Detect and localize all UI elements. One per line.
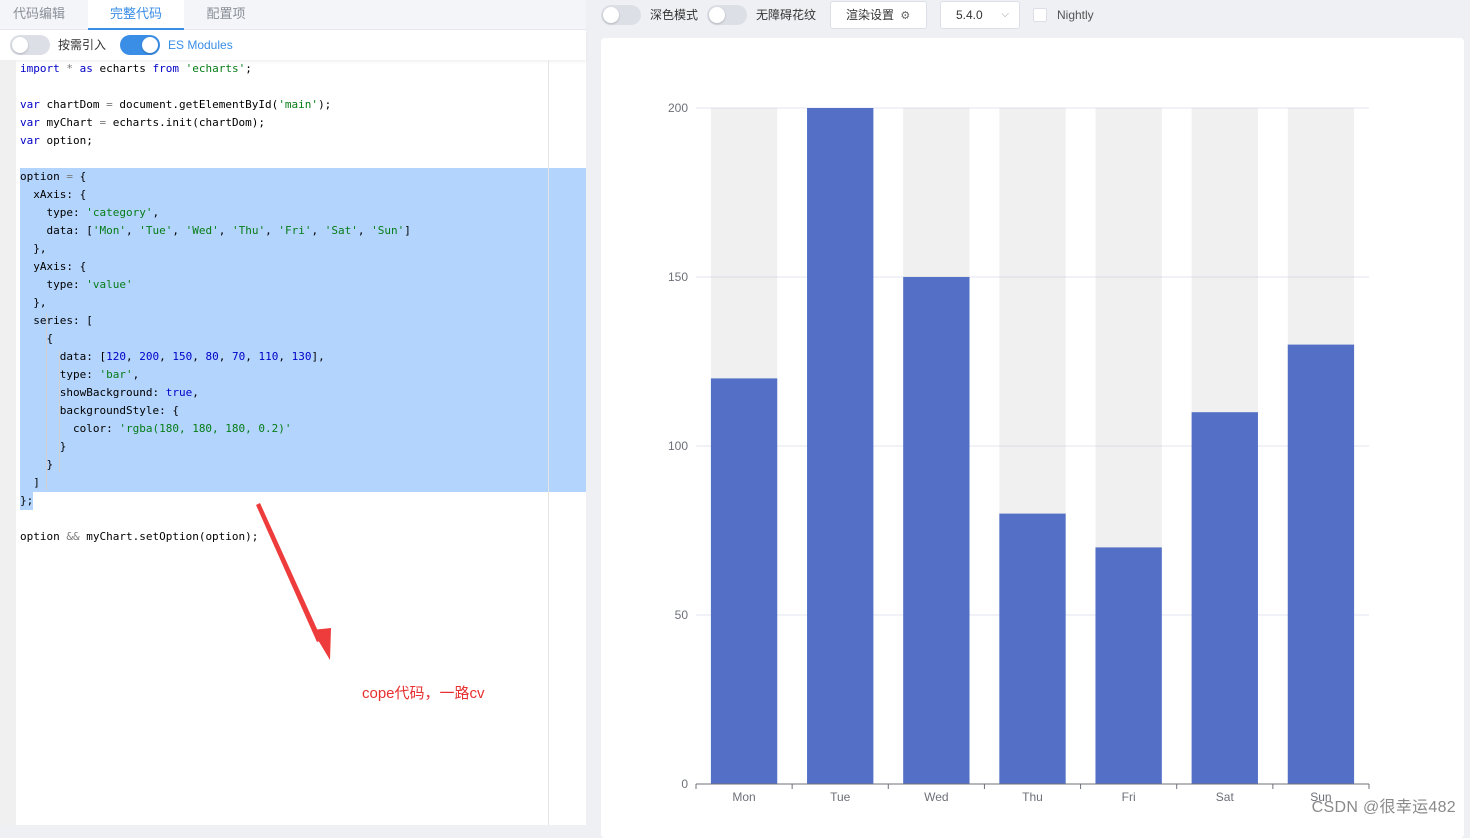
editor-toolbar: 按需引入 ES Modules	[0, 30, 586, 60]
code-line: option = {	[20, 170, 87, 183]
indent-guide	[46, 314, 47, 490]
code-line: yAxis: {	[20, 260, 87, 273]
editor-tabs: 代码编辑 完整代码 配置项	[0, 0, 586, 30]
code-line: type: 'value'	[20, 278, 133, 291]
code-line: },	[20, 242, 47, 255]
code-line: xAxis: {	[20, 188, 87, 201]
toggle-knob	[709, 7, 725, 23]
code-line: },	[20, 296, 47, 309]
x-tick-label: Sat	[1216, 790, 1235, 804]
code-line: data: ['Mon', 'Tue', 'Wed', 'Thu', 'Fri'…	[20, 224, 411, 237]
version-select[interactable]: 5.4.0 ⌵	[940, 1, 1020, 29]
on-demand-label: 按需引入	[58, 38, 107, 52]
code-line: var chartDom = document.getElementById('…	[20, 98, 332, 111]
bar[interactable]	[807, 108, 874, 784]
y-tick-label: 100	[668, 439, 688, 453]
bar[interactable]	[1095, 547, 1162, 784]
tab-full-code[interactable]: 完整代码	[88, 0, 184, 30]
gear-icon: ⚙	[900, 10, 911, 22]
x-tick-label: Thu	[1022, 790, 1043, 804]
code-line: ]	[20, 476, 40, 489]
code-line: };	[20, 494, 34, 507]
accessibility-label: 无障碍花纹	[756, 8, 817, 22]
editor-panel: 代码编辑 完整代码 配置项 按需引入 ES Modules import * a…	[0, 0, 586, 825]
tab-options[interactable]: 配置项	[186, 0, 266, 30]
bar[interactable]	[903, 277, 970, 784]
x-tick-label: Mon	[732, 790, 755, 804]
toggle-knob	[12, 37, 28, 53]
toggle-knob	[603, 7, 619, 23]
code-editor[interactable]: import * as echarts from 'echarts'; var c…	[16, 60, 586, 825]
es-modules-label: ES Modules	[168, 38, 233, 52]
code-line: var myChart = echarts.init(chartDom);	[20, 116, 266, 129]
code-line: }	[20, 458, 54, 471]
editor-gutter	[0, 60, 16, 825]
y-tick-label: 0	[681, 777, 688, 791]
dark-mode-toggle[interactable]	[601, 5, 641, 25]
chevron-down-icon: ⌵	[1001, 9, 1009, 20]
code-line: type: 'category',	[20, 206, 160, 219]
code-line: import * as echarts from 'echarts';	[20, 62, 252, 75]
x-tick-label: Wed	[924, 790, 948, 804]
y-tick-label: 200	[668, 101, 688, 115]
bar[interactable]	[1287, 344, 1355, 784]
x-tick-label: Fri	[1122, 790, 1136, 804]
code-line: var option;	[20, 134, 93, 147]
code-line: backgroundStyle: {	[20, 404, 179, 417]
chart-preview: 0 50 100 150 200 Mon Tue Wed Thu Fri Sat Sun	[601, 38, 1464, 838]
accessibility-toggle[interactable]	[707, 5, 747, 25]
es-modules-toggle[interactable]	[120, 35, 160, 55]
bar[interactable]	[1191, 412, 1258, 784]
indent-guide	[59, 350, 60, 472]
toggle-knob	[142, 37, 158, 53]
render-settings-button[interactable]: 渲染设置 ⚙	[830, 1, 927, 29]
code-line: type: 'bar',	[59, 368, 140, 381]
watermark: CSDN @很幸运482	[1311, 799, 1456, 816]
code-line: series: [	[20, 314, 93, 327]
bar[interactable]	[710, 378, 778, 784]
preview-toolbar: 深色模式 无障碍花纹 渲染设置 ⚙ 5.4.0 ⌵ Nightly	[586, 0, 1470, 30]
bar[interactable]	[999, 513, 1066, 784]
version-value: 5.4.0	[956, 8, 983, 22]
on-demand-toggle[interactable]	[10, 35, 50, 55]
code-line: {	[20, 332, 54, 345]
render-settings-label: 渲染设置	[846, 8, 895, 22]
x-tick-label: Tue	[830, 790, 851, 804]
bar-chart[interactable]: 050100150200Mon Tue Wed Thu Fri Sat Sun	[601, 38, 1464, 825]
y-tick-label: 50	[675, 608, 689, 622]
y-tick-label: 150	[668, 270, 688, 284]
annotation-note: cope代码，一路cv	[362, 685, 485, 702]
dark-mode-label: 深色模式	[650, 8, 699, 22]
nightly-label: Nightly	[1057, 8, 1094, 22]
nightly-checkbox[interactable]	[1033, 8, 1047, 22]
code-line: color: 'rgba(180, 180, 180, 0.2)'	[20, 422, 292, 435]
code-line: option && myChart.setOption(option);	[20, 530, 259, 543]
tab-code-edit[interactable]: 代码编辑	[0, 0, 78, 30]
code-line: data: [120, 200, 150, 80, 70, 110, 130],	[20, 350, 325, 363]
